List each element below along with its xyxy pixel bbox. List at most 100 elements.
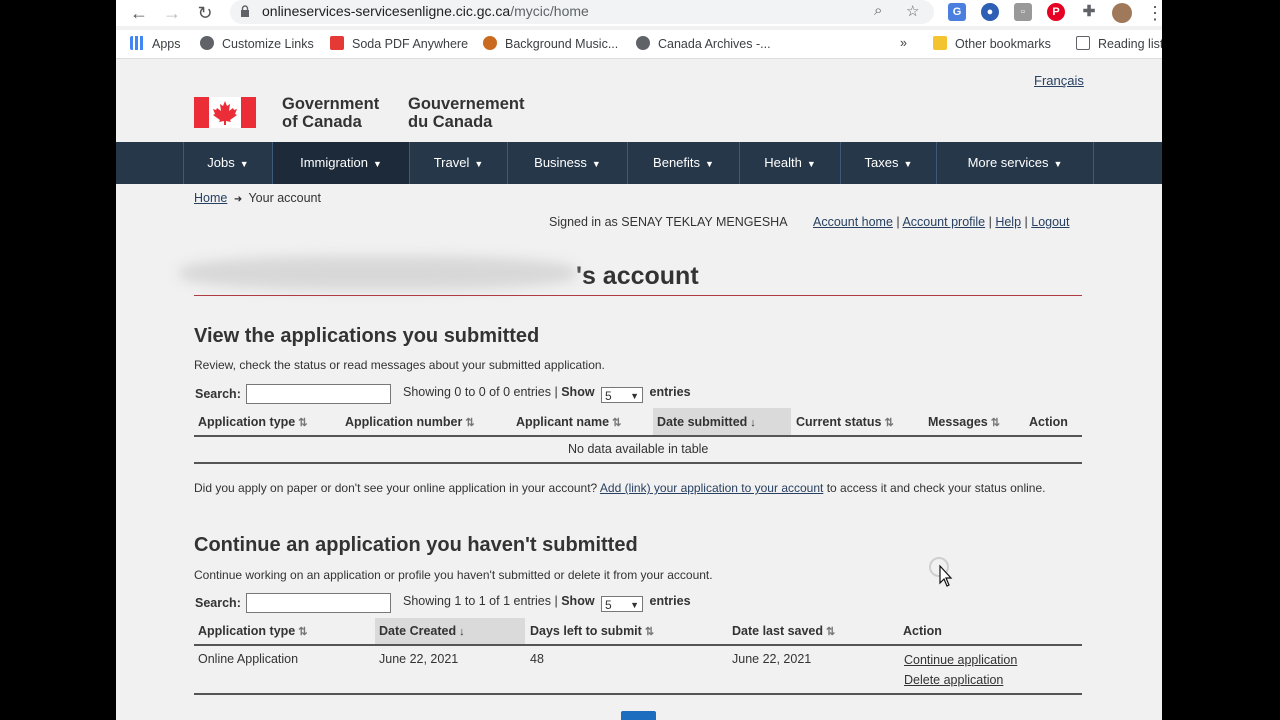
signature-french: Gouvernement du Canada — [408, 95, 525, 131]
submitted-section-description: Review, check the status or read message… — [194, 358, 605, 372]
soda-pdf-icon — [330, 36, 344, 50]
globe-icon — [636, 36, 650, 50]
submitted-showing-info: Showing 0 to 0 of 0 entries | Show 5 ▼ en… — [403, 385, 691, 403]
col-messages[interactable]: Messages ⇅ — [928, 415, 1000, 429]
table-header-rule — [194, 435, 1082, 437]
lock-icon — [241, 5, 249, 17]
delete-application-link[interactable]: Delete application — [904, 673, 1003, 687]
col-application-number[interactable]: Application number ⇅ — [345, 415, 475, 429]
bookmarks-overflow-icon[interactable]: » — [900, 36, 907, 50]
breadcrumb: Home ➜ Your account — [194, 191, 321, 205]
cell-application-type: Online Application — [198, 652, 299, 666]
forward-icon[interactable]: → — [161, 2, 183, 24]
chevron-down-icon: ▼ — [591, 159, 601, 169]
pinterest-icon[interactable]: P — [1047, 3, 1065, 21]
address-bar[interactable]: onlineservices-servicesenligne.cic.gc.ca… — [230, 0, 934, 24]
continue-application-link[interactable]: Continue application — [904, 653, 1017, 667]
sort-down-icon: ↓ — [750, 417, 756, 429]
menu-more-services[interactable]: More services ▼ — [937, 142, 1094, 184]
cell-date-last-saved: June 22, 2021 — [732, 652, 812, 666]
breadcrumb-arrow-icon: ➜ — [233, 194, 243, 205]
menu-jobs[interactable]: Jobs ▼ — [184, 142, 273, 184]
redacted-name-blur — [180, 256, 576, 290]
title-underline — [194, 295, 1082, 296]
col-applicant-name[interactable]: Applicant name ⇅ — [516, 415, 621, 429]
table-empty-message: No data available in table — [568, 442, 709, 456]
sort-down-icon: ↓ — [459, 626, 465, 638]
chevron-down-icon: ▼ — [705, 159, 714, 169]
translate-extension-icon[interactable]: G — [948, 3, 966, 21]
menu-immigration[interactable]: Immigration ▼ — [273, 142, 410, 184]
unsubmitted-page-size-select[interactable]: 5 ▼ — [601, 596, 644, 612]
submitted-search-input[interactable] — [246, 384, 391, 404]
account-home-link[interactable]: Account home — [813, 215, 893, 229]
account-extension-icon[interactable]: ● — [981, 3, 999, 21]
bookmark-background-music[interactable]: Background Music... — [483, 36, 618, 51]
unsubmitted-search-input[interactable] — [246, 593, 391, 613]
bookmark-customize-links[interactable]: Customize Links — [200, 36, 314, 51]
sort-icon: ⇅ — [826, 626, 836, 638]
bookmark-canada-archives[interactable]: Canada Archives -... — [636, 36, 771, 51]
reload-icon[interactable]: ↻ — [194, 2, 216, 24]
puzzle-icon[interactable]: ✚ — [1080, 3, 1098, 21]
main-menu: Jobs ▼ Immigration ▼ Travel ▼ Business ▼ Ben… — [116, 142, 1162, 184]
pagination-button[interactable] — [621, 711, 656, 720]
sort-icon: ⇅ — [990, 417, 1000, 429]
logout-link[interactable]: Logout — [1031, 215, 1069, 229]
chevron-down-icon: ▼ — [474, 159, 484, 169]
back-icon[interactable]: ← — [128, 2, 150, 24]
apps-grid-icon — [130, 36, 144, 50]
col-application-type[interactable]: Application type ⇅ — [198, 415, 307, 429]
menu-benefits[interactable]: Benefits ▼ — [628, 142, 740, 184]
browser-window: ← → ↻ onlineservices-servicesenligne.cic… — [116, 0, 1162, 720]
menu-health[interactable]: Health ▼ — [740, 142, 841, 184]
bookmark-soda-pdf[interactable]: Soda PDF Anywhere — [330, 36, 468, 51]
sort-icon: ⇅ — [465, 417, 475, 429]
signature-english: Government of Canada — [282, 95, 380, 131]
sort-icon: ⇅ — [644, 626, 655, 638]
paper-application-text: Did you apply on paper or don't see your… — [194, 481, 1046, 495]
submitted-page-size-select[interactable]: 5 ▼ — [601, 387, 644, 403]
breadcrumb-home-link[interactable]: Home — [194, 191, 227, 205]
col-days-left[interactable]: Days left to submit ⇅ — [530, 624, 654, 638]
cell-date-created: June 22, 2021 — [379, 652, 459, 666]
breadcrumb-current: Your account — [248, 191, 321, 205]
help-link[interactable]: Help — [995, 215, 1021, 229]
col-action: Action — [1029, 415, 1068, 429]
col-date-last-saved[interactable]: Date last saved ⇅ — [732, 624, 835, 638]
table-header-rule — [194, 644, 1082, 646]
add-link-application-link[interactable]: Add (link) your application to your acco… — [600, 481, 823, 495]
extension-icon[interactable]: ▫ — [1014, 3, 1032, 21]
language-toggle-link[interactable]: Français — [1034, 73, 1084, 88]
chevron-down-icon: ▼ — [373, 159, 382, 169]
menu-business[interactable]: Business ▼ — [508, 142, 628, 184]
chevron-down-icon: ▼ — [903, 159, 913, 169]
menu-travel[interactable]: Travel ▼ — [410, 142, 508, 184]
music-icon — [483, 36, 497, 50]
table-bottom-rule — [194, 462, 1082, 464]
star-icon[interactable]: ☆ — [906, 2, 919, 20]
col-current-status[interactable]: Current status ⇅ — [796, 415, 894, 429]
more-icon[interactable]: ⋮ — [1146, 2, 1162, 24]
col-date-created[interactable]: Date Created ↓ — [379, 624, 465, 638]
bookmark-reading-list[interactable]: Reading list — [1076, 36, 1162, 51]
unsubmitted-showing-info: Showing 1 to 1 of 1 entries | Show 5 ▼ en… — [403, 594, 691, 612]
col-date-submitted[interactable]: Date submitted ↓ — [657, 415, 756, 429]
bookmark-other[interactable]: Other bookmarks — [933, 36, 1051, 51]
chevron-down-icon: ▼ — [806, 159, 816, 169]
canada-flag-icon — [194, 97, 256, 128]
unsubmitted-section-description: Continue working on an application or pr… — [194, 568, 713, 582]
sort-icon: ⇅ — [298, 417, 308, 429]
reading-list-icon — [1076, 36, 1090, 50]
menu-taxes[interactable]: Taxes ▼ — [841, 142, 937, 184]
submitted-section-title: View the applications you submitted — [194, 325, 540, 347]
account-profile-link[interactable]: Account profile — [902, 215, 985, 229]
sort-icon: ⇅ — [298, 626, 308, 638]
avatar[interactable] — [1112, 3, 1132, 23]
chevron-down-icon: ▼ — [630, 391, 640, 401]
cell-days-left: 48 — [530, 652, 544, 666]
zoom-icon[interactable]: ⌕ — [874, 2, 882, 19]
bookmark-apps[interactable]: Apps — [130, 36, 181, 51]
col-application-type[interactable]: Application type ⇅ — [198, 624, 307, 638]
mouse-cursor-icon — [929, 557, 953, 587]
